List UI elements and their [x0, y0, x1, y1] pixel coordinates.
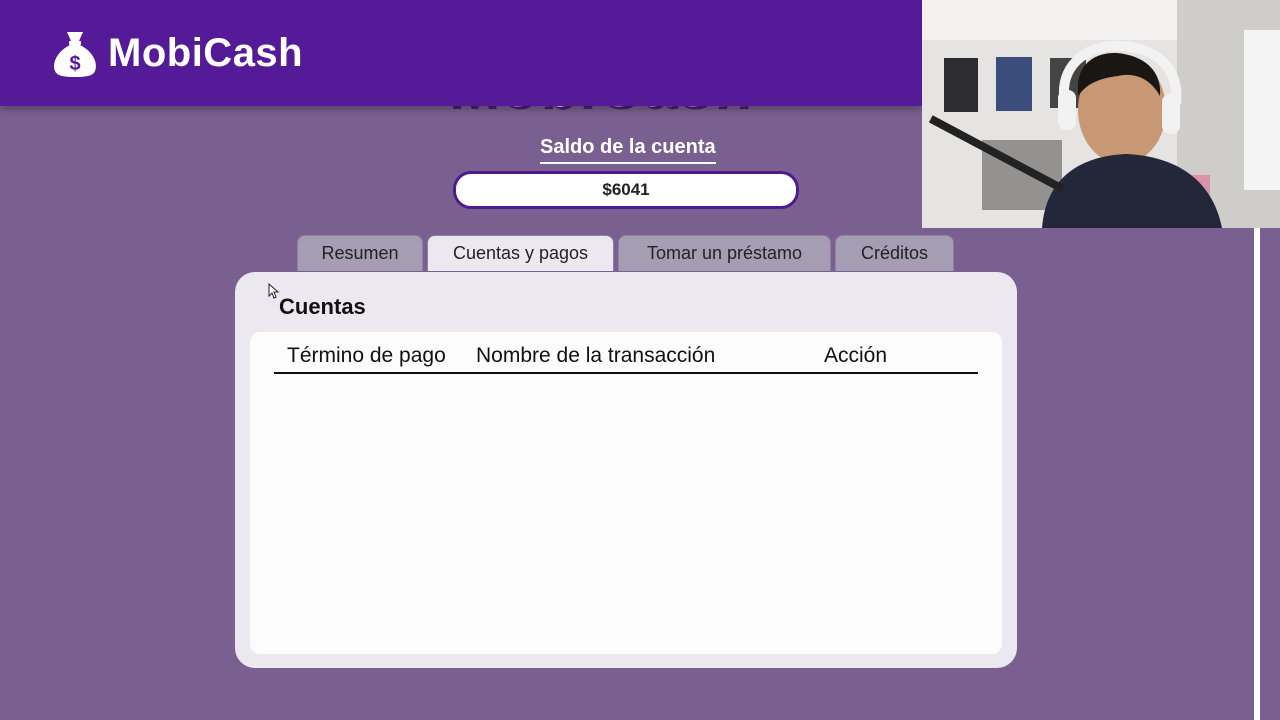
app-header: $ MobiCash — [0, 0, 922, 106]
mouse-pointer-icon — [268, 283, 280, 299]
column-header-action: Acción — [824, 344, 888, 367]
tab-tomar-prestamo[interactable]: Tomar un préstamo — [618, 235, 831, 271]
scroll-edge — [1254, 228, 1260, 720]
column-header-transaction-name: Nombre de la transacción — [476, 344, 716, 367]
accounts-panel: Cuentas Término de pago Nombre de la tra… — [235, 272, 1017, 668]
money-bag-icon: $ — [54, 32, 96, 77]
balance-label: Saldo de la cuenta — [540, 136, 716, 164]
webcam-image — [922, 0, 1280, 228]
tab-creditos[interactable]: Créditos — [835, 235, 954, 271]
header-divider — [274, 372, 978, 374]
column-header-payment-term: Término de pago — [287, 344, 446, 367]
panel-title: Cuentas — [279, 294, 366, 319]
tab-resumen[interactable]: Resumen — [297, 235, 423, 271]
balance-display: $6041 — [453, 171, 799, 209]
accounts-table: Término de pago Nombre de la transacción… — [250, 332, 1002, 654]
svg-text:$: $ — [69, 53, 80, 75]
brand-name: MobiCash — [108, 30, 304, 75]
webcam-overlay — [922, 0, 1280, 228]
tab-cuentas-y-pagos[interactable]: Cuentas y pagos — [427, 235, 614, 271]
brand-logo[interactable]: $ MobiCash — [52, 28, 303, 78]
